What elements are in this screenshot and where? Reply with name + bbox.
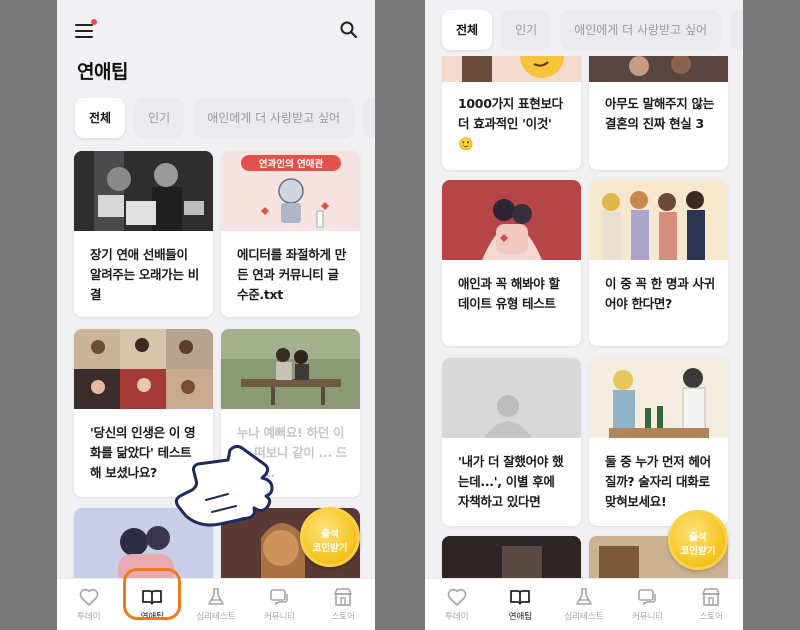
pointing-hand-icon — [174, 444, 274, 527]
couple-bench-photo-image — [221, 329, 360, 409]
bottom-navigation: 투데이 연애팁 심리테스트 커뮤니티 스토어 — [57, 578, 375, 630]
notification-dot — [91, 19, 97, 25]
card-title: 둘 중 누가 먼저 헤어질까? 술자리 대화로 맞혀보세요! — [605, 454, 711, 509]
nav-label: 심리테스트 — [196, 612, 236, 622]
article-card[interactable]: 연과인의 연애관 에디터를 좌절하게 만든 연과 커뮤니티 글 수준.txt — [221, 151, 360, 317]
nav-community[interactable]: 커뮤니티 — [616, 579, 680, 630]
nav-store[interactable]: 스토어 — [679, 579, 743, 630]
flask-icon — [208, 588, 224, 605]
card-thumbnail — [589, 180, 728, 260]
menu-line — [75, 29, 93, 33]
bottom-navigation: 투데이 연애팁 심리테스트 커뮤니티 스토어 — [425, 578, 743, 630]
nav-label: 심리테스트 — [564, 612, 604, 622]
nav-label: 연애팁 — [508, 612, 533, 622]
chip-popular[interactable]: 인기 — [134, 98, 185, 138]
category-chips: 전체 인기 애인에게 더 사랑받고 싶어 행복 — [75, 98, 375, 138]
nav-psych-test[interactable]: 심리테스트 — [552, 579, 616, 630]
nav-label: 투데이 — [77, 612, 101, 622]
chip-loved[interactable]: 애인에게 더 사랑받고 싶어 — [560, 10, 722, 50]
card-thumbnail — [589, 358, 728, 438]
group-illustration-image — [589, 180, 728, 260]
nav-label: 커뮤니티 — [263, 612, 296, 622]
article-card[interactable]: 둘 중 누가 먼저 헤어질까? 술자리 대화로 맞혀보세요! — [589, 358, 728, 526]
card-thumbnail: 연과인의 연애관 — [221, 151, 360, 231]
page-title: 연애팁 — [77, 61, 128, 83]
article-card[interactable]: 장기 연애 선배들이 알려주는 오래가는 비결 — [74, 151, 213, 317]
card-thumbnail — [442, 180, 581, 260]
search-icon[interactable] — [339, 20, 359, 40]
article-card[interactable]: '내가 더 잘했어야 했는데...', 이별 후에 자책하고 있다면 — [442, 358, 581, 526]
menu-line — [75, 24, 93, 27]
card-thumbnail — [442, 358, 581, 438]
card-thumbnail — [74, 151, 213, 231]
card-title: 애인과 꼭 해봐야 할 데이트 유형 테스트 — [458, 276, 560, 311]
card-title: 에디터를 좌절하게 만든 연과 커뮤니티 글 수준.txt — [237, 247, 346, 302]
card-title: 아무도 말해주지 않는 결혼의 진짜 현실 3 — [605, 96, 714, 131]
card-title: 장기 연애 선배들이 알려주는 오래가는 비결 — [90, 247, 199, 302]
article-card[interactable]: 이 중 꼭 한 명과 사귀어야 한다면? — [589, 180, 728, 346]
article-card[interactable]: 애인과 꼭 해봐야 할 데이트 유형 테스트 — [442, 180, 581, 346]
coin-label-line2: 코인받기 — [680, 546, 716, 557]
tab-highlight-ring — [123, 568, 181, 620]
nav-store[interactable]: 스토어 — [311, 579, 375, 630]
chip-happy[interactable]: 행복 — [730, 10, 743, 50]
nav-label: 투데이 — [445, 612, 469, 622]
top-bar — [57, 0, 375, 60]
hugging-couple-illustration-image — [442, 180, 581, 260]
store-icon — [702, 588, 720, 606]
nav-community[interactable]: 커뮤니티 — [248, 579, 312, 630]
card-title: 1000가지 표현보다 더 효과적인 '이것' 🙂 — [458, 96, 563, 151]
nav-label: 스토어 — [699, 612, 723, 622]
flask-icon — [576, 588, 592, 605]
right-phone-screen: 1000가지 표현보다 더 효과적인 '이것' 🙂 아무도 말해주지 않는 결혼… — [425, 0, 743, 630]
card-title: '내가 더 잘했어야 했는데...', 이별 후에 자책하고 있다면 — [458, 454, 564, 509]
card-thumbnail — [221, 329, 360, 409]
movie-collage-image — [74, 329, 213, 409]
card-title: 이 중 꼭 한 명과 사귀어야 한다면? — [605, 276, 715, 311]
couple-photo-image — [74, 151, 213, 231]
sad-person-photo-image — [442, 358, 581, 438]
nav-label: 스토어 — [331, 612, 355, 622]
drinking-couple-illustration-image — [589, 358, 728, 438]
coin-label-line1: 출석 — [321, 529, 339, 540]
nav-tips[interactable]: 연애팁 — [489, 579, 553, 630]
nav-today[interactable]: 투데이 — [425, 579, 489, 630]
chip-loved[interactable]: 애인에게 더 사랑받고 싶어 — [193, 98, 355, 138]
chip-popular[interactable]: 인기 — [501, 10, 552, 50]
category-chips: 전체 인기 애인에게 더 사랑받고 싶어 행복 — [442, 10, 743, 50]
heart-icon — [79, 588, 99, 606]
chat-icon — [269, 589, 288, 606]
chip-all[interactable]: 전체 — [442, 10, 493, 50]
attendance-coin-button[interactable]: 출석 코인받기 — [668, 510, 728, 570]
menu-button[interactable] — [75, 19, 97, 39]
card-thumbnail — [74, 329, 213, 409]
chat-icon — [637, 589, 656, 606]
nav-label: 커뮤니티 — [631, 612, 664, 622]
chip-happy[interactable]: 행복 — [363, 98, 375, 138]
book-icon — [510, 590, 531, 605]
thumbnail-caption: 연과인의 연애관 — [258, 159, 324, 170]
chip-all[interactable]: 전체 — [75, 98, 126, 138]
nav-today[interactable]: 투데이 — [57, 579, 121, 630]
attendance-coin-button[interactable]: 출석 코인받기 — [300, 507, 360, 567]
coin-label-line1: 출석 — [689, 532, 707, 543]
coin-label-line2: 코인받기 — [312, 543, 348, 554]
store-icon — [334, 588, 352, 606]
nav-psych-test[interactable]: 심리테스트 — [184, 579, 248, 630]
heart-icon — [447, 588, 467, 606]
menu-line — [75, 35, 93, 39]
